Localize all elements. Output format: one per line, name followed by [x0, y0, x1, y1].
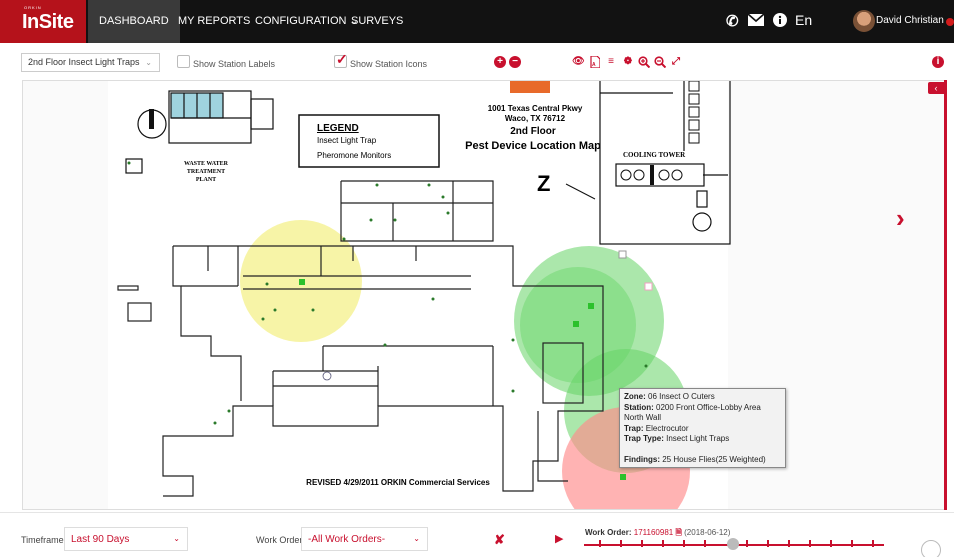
tooltip-station: 0200 Front Office-Lobby Area	[656, 402, 761, 412]
paw-icon[interactable]: ❁	[622, 56, 634, 68]
tooltip-findings-row: Findings: 25 House Flies(25 Weighted)	[624, 454, 766, 464]
treatment-label: TREATMENT	[187, 169, 225, 175]
svg-text:A: A	[592, 62, 596, 68]
zoom-out-icon[interactable]	[654, 56, 667, 69]
show-icons-checkbox[interactable]: ✓	[334, 51, 348, 68]
waste-water-label: WASTE WATER	[184, 161, 229, 167]
timeline-tick[interactable]	[683, 540, 685, 547]
legend-item-pheromone: Pheromone Monitors	[317, 151, 391, 160]
nav-surveys[interactable]: SURVEYS	[340, 0, 414, 43]
timeframe-value: Last 90 Days	[71, 534, 130, 545]
timeline-tick[interactable]	[788, 540, 790, 547]
tooltip-station-row: Station: 0200 Front Office-Lobby Area	[624, 402, 761, 412]
legend-title: LEGEND	[317, 123, 359, 134]
pdf-icon[interactable]: A	[589, 55, 601, 69]
play-icon[interactable]: ▶	[555, 532, 563, 545]
chevron-down-icon: ⌄	[413, 534, 420, 543]
zoom-plus-circle-icon[interactable]: +	[494, 56, 506, 68]
station-tooltip: Zone: 06 Insect O Cuters Station: 0200 F…	[619, 388, 786, 468]
timeline-tick[interactable]	[872, 540, 874, 547]
zoom-in-icon[interactable]	[638, 56, 651, 69]
checkmark-icon: ✓	[336, 51, 348, 67]
work-order-number[interactable]: 171160981	[634, 528, 673, 537]
compress-icon[interactable]: ⤢	[670, 56, 682, 68]
legend-item-ilt: Insect Light Trap	[317, 136, 377, 145]
animation-off-icon[interactable]: ✘	[494, 532, 505, 548]
orkin-insite-logo[interactable]: ORKIN InSite	[0, 0, 86, 43]
info-icon[interactable]	[773, 13, 787, 31]
eye-icon[interactable]: 👁	[572, 56, 585, 68]
brand-small: ORKIN	[24, 5, 42, 10]
scroll-top-circle[interactable]	[921, 540, 941, 557]
floor-plan-svg: WASTE WATER TREATMENT PLANT LEGEND Insec…	[108, 81, 731, 509]
chevron-down-icon: ⌄	[145, 58, 152, 67]
tooltip-trap-type: Insect Light Traps	[666, 434, 730, 443]
floor-label: 2nd Floor	[510, 126, 556, 137]
timeframe-select[interactable]: Last 90 Days ⌄	[64, 527, 188, 551]
timeframe-label: Timeframe	[21, 535, 64, 545]
show-labels-label: Show Station Labels	[193, 59, 276, 69]
timeline-tick[interactable]	[767, 540, 769, 547]
tooltip-station-line2: North Wall	[624, 413, 662, 422]
timeline-tick[interactable]	[620, 540, 622, 547]
address-line2: Waco, TX 76712	[505, 114, 566, 123]
floor-plan-map[interactable]: WASTE WATER TREATMENT PLANT LEGEND Insec…	[22, 80, 947, 510]
timeline-thumb[interactable]	[727, 538, 739, 550]
collapse-panel-tab[interactable]: ‹	[928, 82, 944, 94]
map-toolbar: 2nd Floor Insect Light Traps ⌄ Show Stat…	[0, 43, 954, 80]
timeline-tick[interactable]	[662, 540, 664, 547]
cooling-tower-label: COOLING TOWER	[623, 151, 686, 159]
timeline-tick[interactable]	[851, 540, 853, 547]
work-order-date: (2018-06-12)	[684, 528, 731, 537]
floor-select-value: 2nd Floor Insect Light Traps	[28, 57, 140, 67]
tooltip-trap: Electrocutor	[645, 423, 689, 433]
tooltip-trap-row: Trap: Electrocutor	[624, 423, 689, 433]
tooltip-zone: 06 Insect O Cuters	[648, 392, 715, 401]
zoom-minus-circle-icon[interactable]: −	[509, 56, 521, 68]
show-labels-checkbox[interactable]	[177, 55, 190, 68]
revised-label: REVISED 4/29/2011 ORKIN Commercial Servi…	[306, 478, 490, 487]
work-order-title: Work Order:	[585, 528, 632, 537]
tooltip-trap-type-row: Trap Type: Insect Light Traps	[624, 434, 730, 443]
user-name[interactable]: David Christian	[876, 15, 944, 26]
phone-icon[interactable]: ✆	[726, 12, 739, 30]
mail-icon[interactable]	[747, 13, 765, 30]
north-arrow-label: Z	[537, 171, 550, 196]
work-order-label: Work Order	[256, 535, 303, 545]
work-order-select[interactable]: -All Work Orders- ⌄	[301, 527, 428, 551]
floor-select[interactable]: 2nd Floor Insect Light Traps ⌄	[21, 53, 160, 72]
timeline-tick[interactable]	[746, 540, 748, 547]
timeline-tick[interactable]	[809, 540, 811, 547]
address-line1: 1001 Texas Central Pkwy	[488, 104, 583, 113]
work-order-info: Work Order: 171160981 🗎 (2018-06-12)	[585, 527, 730, 541]
map-right-border	[944, 80, 947, 510]
pdf-icon[interactable]: 🗎	[675, 528, 681, 537]
work-order-value: -All Work Orders-	[308, 534, 386, 545]
timeline-tick[interactable]	[704, 540, 706, 547]
timeline-tick[interactable]	[641, 540, 643, 547]
top-navbar: ORKIN InSite DASHBOARD MY REPORTS CONFIG…	[0, 0, 954, 43]
next-floor-arrow-icon[interactable]: ›	[896, 203, 905, 234]
timeline-tick[interactable]	[599, 540, 601, 547]
language-toggle[interactable]: En	[795, 12, 812, 28]
timeline-tick[interactable]	[830, 540, 832, 547]
show-icons-label: Show Station Icons	[350, 59, 428, 69]
tooltip-findings: 25 House Flies(25 Weighted)	[662, 454, 766, 464]
map-title: Pest Device Location Map	[465, 140, 601, 152]
nav-dashboard[interactable]: DASHBOARD	[88, 0, 180, 43]
logout-icon[interactable]	[946, 18, 954, 26]
info-circle-icon[interactable]: i	[932, 56, 944, 68]
tooltip-zone-row: Zone: 06 Insect O Cuters	[624, 392, 715, 401]
plant-label: PLANT	[196, 177, 216, 183]
filter-sliders-icon[interactable]: ≡	[605, 56, 617, 68]
user-avatar[interactable]	[853, 10, 875, 32]
chevron-down-icon: ⌄	[173, 534, 180, 543]
brand-name: InSite	[22, 11, 74, 33]
